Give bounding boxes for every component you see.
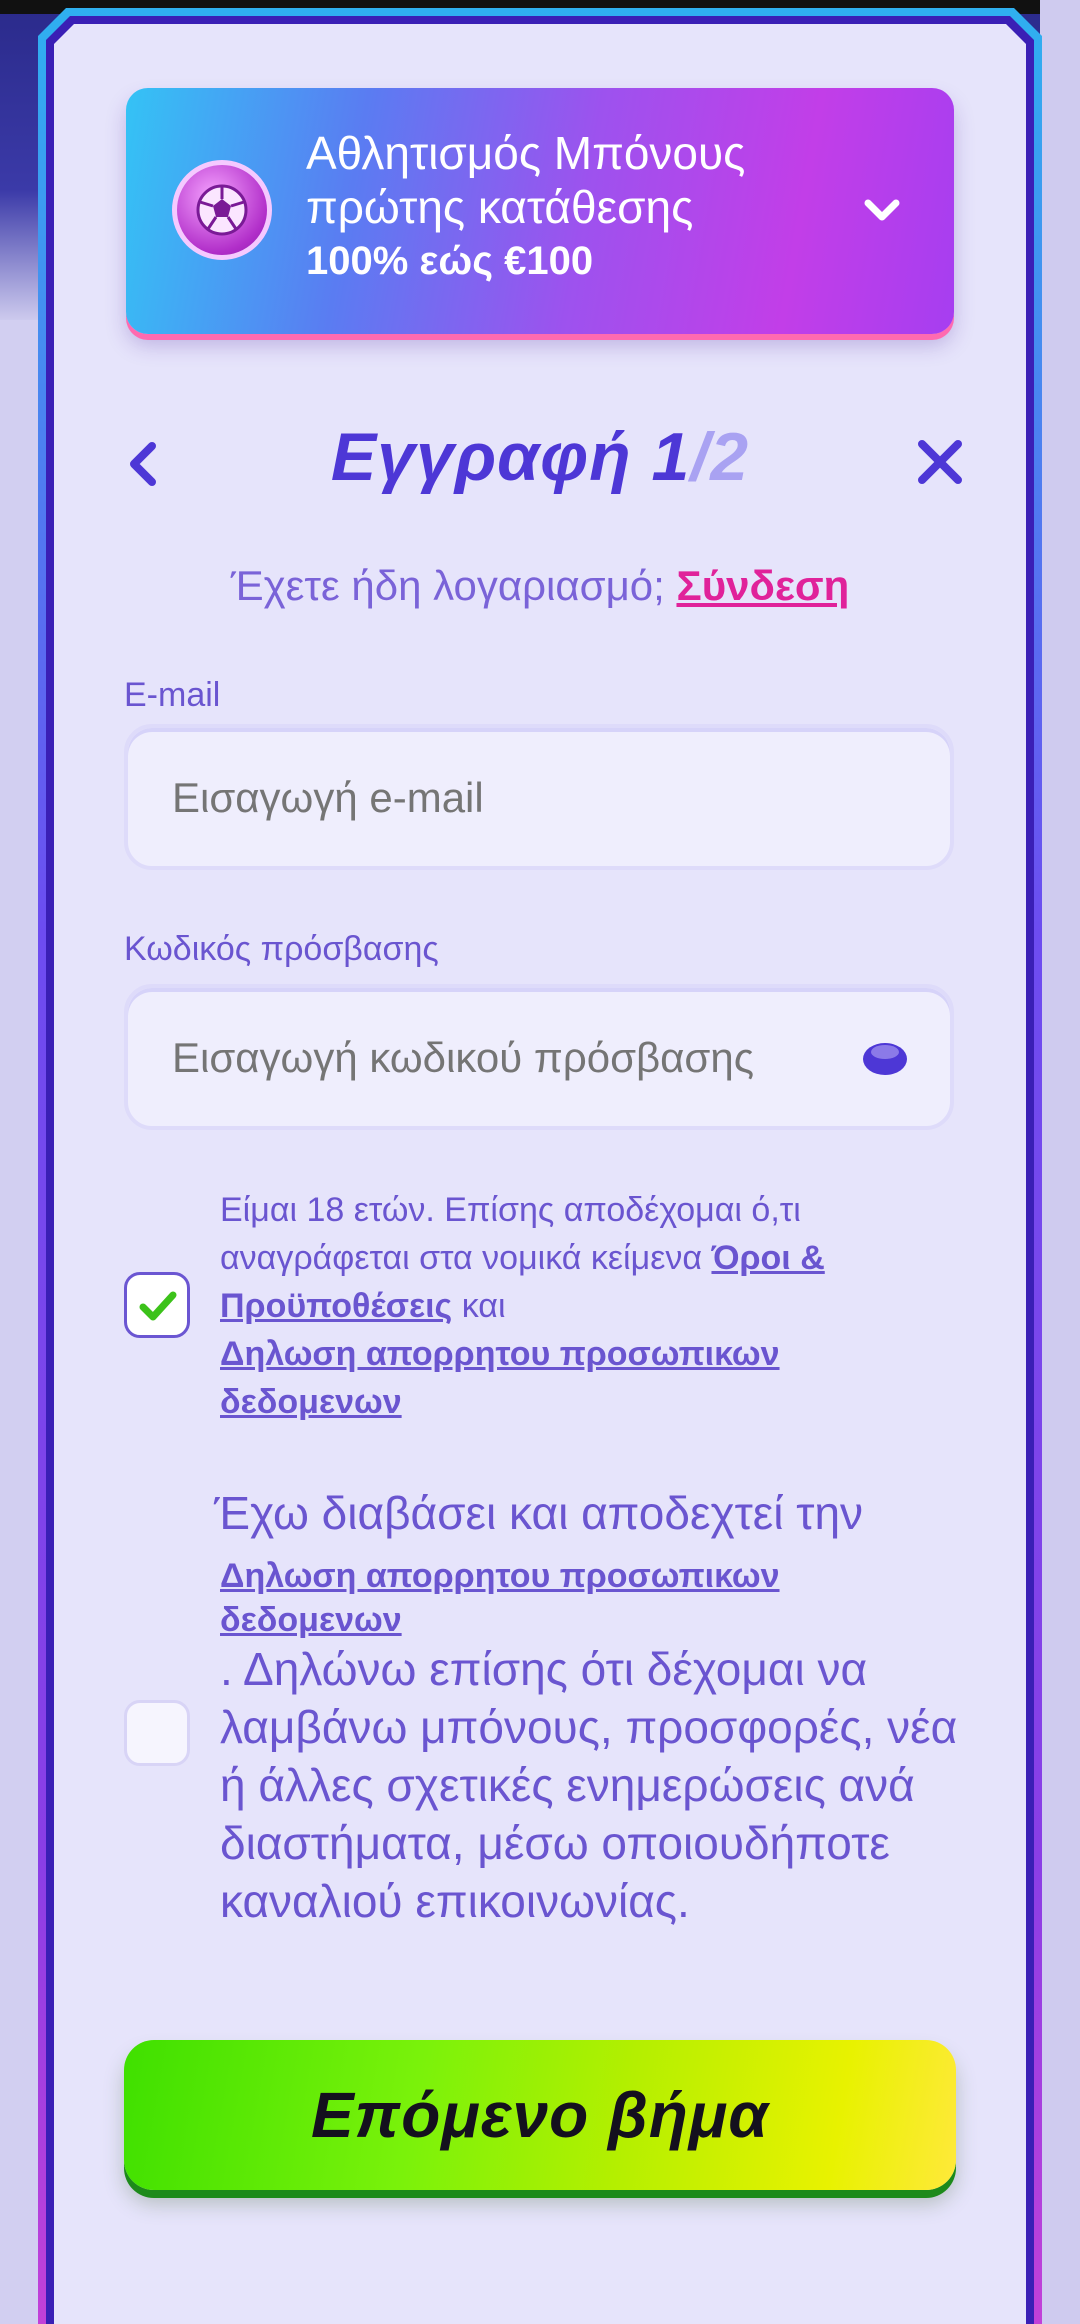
password-input[interactable] xyxy=(172,1034,812,1082)
checkmark-icon xyxy=(139,1291,177,1321)
bonus-text: Αθλητισμός Μπόνους πρώτης κατάθεσης 100%… xyxy=(306,126,745,288)
bonus-amount: 100% εώς €100 xyxy=(306,239,594,283)
email-field[interactable] xyxy=(124,724,954,870)
login-link[interactable]: Σύνδεση xyxy=(676,562,849,609)
email-input[interactable] xyxy=(172,774,812,822)
login-prompt: Έχετε ήδη λογαριασμό; Σύνδεση xyxy=(0,562,1080,610)
bonus-selector[interactable]: Αθλητισμός Μπόνους πρώτης κατάθεσης 100%… xyxy=(126,88,954,334)
marketing-privacy-link[interactable]: Δηλωση απορρητου προσωπικων δεδομενων xyxy=(220,1554,860,1642)
login-prompt-text: Έχετε ήδη λογαριασμό; xyxy=(230,562,677,609)
next-step-label: Επόμενο βήμα xyxy=(310,2079,770,2151)
next-step-button[interactable]: Επόμενο βήμα xyxy=(124,2040,956,2190)
email-label: E-mail xyxy=(124,676,221,714)
back-arrow-icon[interactable] xyxy=(118,434,168,494)
marketing-consent-body: . Δηλώνω επίσης ότι δέχομαι να λαμβάνω μ… xyxy=(220,1643,958,1927)
age-terms-text: Είμαι 18 ετών. Επίσης αποδέχομαι ό,τι αν… xyxy=(220,1186,920,1426)
privacy-policy-link[interactable]: Δηλωση απορρητου προσωπικων δεδομενων xyxy=(220,1335,780,1421)
background-right-edge xyxy=(1040,0,1080,2324)
marketing-consent-head: Έχω διαβάσει και αποδεχτεί την xyxy=(214,1487,864,1539)
step-current: Εγγραφή 1 xyxy=(330,419,691,495)
marketing-consent-checkbox[interactable] xyxy=(124,1700,190,1766)
registration-modal xyxy=(54,24,1026,2324)
eye-icon[interactable] xyxy=(860,1038,910,1080)
background-left-edge xyxy=(0,320,40,2324)
bonus-title: Αθλητισμός Μπόνους xyxy=(306,127,746,179)
step-total: /2 xyxy=(690,419,750,495)
chevron-down-icon[interactable] xyxy=(860,188,904,232)
soccer-ball-icon xyxy=(172,160,272,260)
close-icon[interactable] xyxy=(912,434,968,490)
password-label: Κωδικός πρόσβασης xyxy=(124,930,439,968)
page-title: Εγγραφή 1/2 xyxy=(300,418,780,496)
age-terms-checkbox[interactable] xyxy=(124,1272,190,1338)
age-terms-and: και xyxy=(452,1287,506,1325)
password-field[interactable] xyxy=(124,984,954,1130)
bonus-subtitle: πρώτης κατάθεσης xyxy=(306,181,694,233)
